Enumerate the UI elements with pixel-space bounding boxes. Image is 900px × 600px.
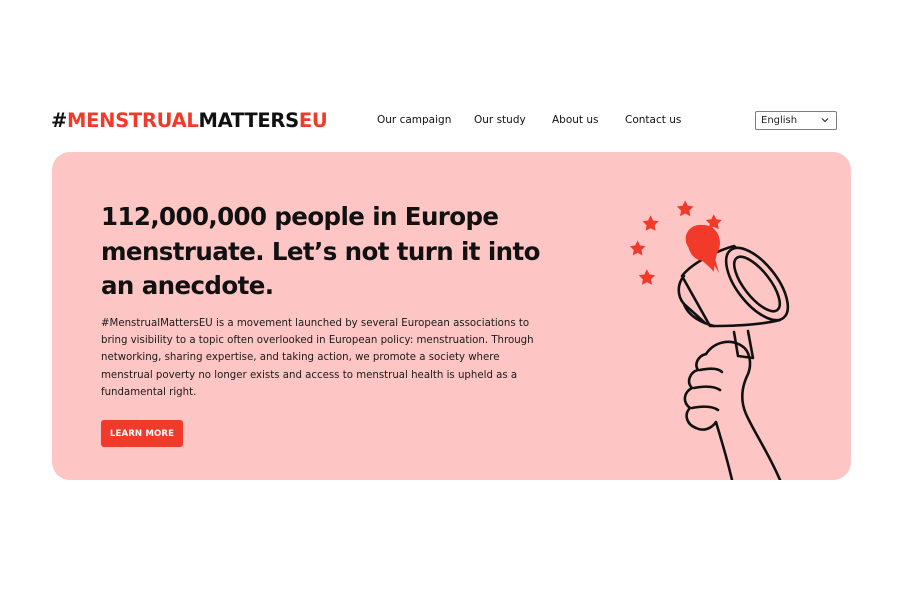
star-icon [676, 200, 694, 217]
hero-description: #MenstrualMattersEU is a movement launch… [101, 318, 534, 398]
learn-more-button[interactable]: LEARN MORE [101, 420, 183, 447]
site-logo[interactable]: #MENSTRUALMATTERSEU [51, 108, 328, 134]
main-nav: Our campaign Our study About us Contact … [377, 114, 681, 126]
logo-word-matters: MATTERS [198, 109, 300, 132]
hero-section: 112,000,000 people in Europe menstruate.… [52, 152, 851, 480]
nav-about-us[interactable]: About us [552, 114, 625, 126]
logo-word-eu: EU [298, 109, 328, 132]
star-icon [629, 240, 646, 256]
nav-our-study[interactable]: Our study [474, 114, 552, 126]
chevron-down-icon [821, 118, 829, 123]
logo-word-menstrual: MENSTRUAL [67, 109, 199, 132]
page: #MENSTRUALMATTERSEU Our campaign Our stu… [0, 0, 900, 600]
star-icon [642, 215, 659, 231]
nav-contact-us[interactable]: Contact us [625, 114, 681, 126]
nav-our-campaign[interactable]: Our campaign [377, 114, 474, 126]
language-select[interactable]: English [755, 111, 837, 130]
megaphone-icon [629, 200, 790, 480]
hero-title: 112,000,000 people in Europe menstruate.… [101, 202, 540, 300]
logo-hash: # [51, 109, 68, 132]
star-icon [638, 269, 656, 285]
language-select-value: English [761, 115, 798, 126]
